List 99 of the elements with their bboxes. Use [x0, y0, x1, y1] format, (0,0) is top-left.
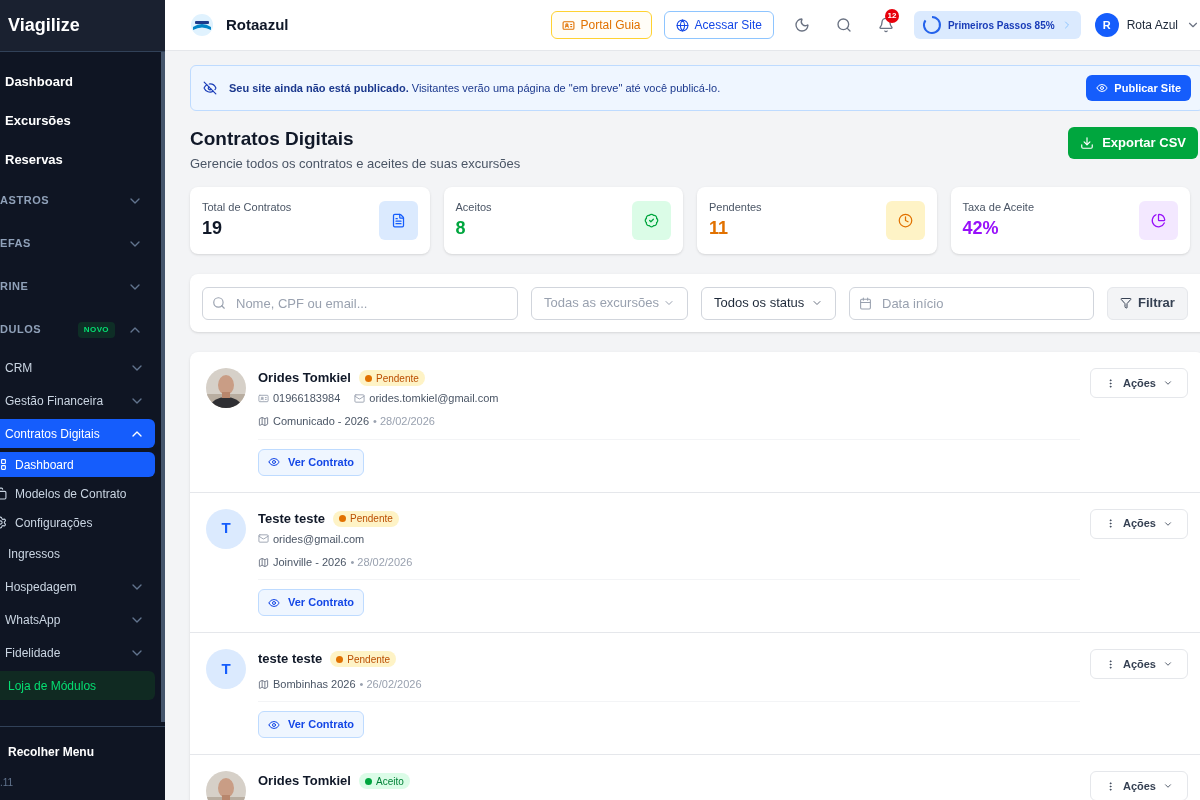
sidebar-subitem[interactable]: Dashboard [0, 452, 155, 477]
visit-site-button[interactable]: Acessar Site [663, 11, 774, 39]
calendar-icon [859, 296, 872, 310]
sidebar-subitem[interactable]: Configurações [0, 510, 155, 535]
eye-icon [268, 596, 280, 609]
eye-icon [268, 456, 280, 468]
chevron-down-icon [1163, 378, 1173, 388]
section-heading[interactable]: DULOS [0, 321, 42, 338]
stat-label: Taxa de Aceite [962, 199, 1035, 215]
excursion-name: Comunicado - 2026 [273, 414, 369, 430]
avatar-initial: T [206, 508, 246, 549]
stat-value: 11 [709, 217, 730, 241]
stat-value: 8 [455, 217, 467, 241]
status-badge: Pendente [358, 370, 425, 386]
excursion-name: Bombinhas 2026 [273, 676, 356, 692]
mail-icon [258, 533, 269, 545]
customer-name: Orides Tomkiel [258, 369, 351, 388]
new-badge: NOVO [77, 321, 115, 338]
date-field[interactable]: Data início [849, 286, 1094, 320]
status-badge: Pendente [330, 651, 397, 667]
version-label: .11 [0, 776, 15, 790]
brand-name: Viagilize [8, 14, 80, 37]
actions-button[interactable]: Ações [1089, 508, 1188, 539]
filter-icon [1120, 297, 1132, 309]
eye-off-icon [203, 81, 217, 95]
user-avatar[interactable]: R [1094, 13, 1119, 37]
company-name: Rotaazul [226, 14, 289, 35]
email-text: orides@gmail.com [273, 531, 365, 547]
actions-button[interactable]: Ações [1089, 649, 1188, 679]
view-contract-button[interactable]: Ver Contrato [258, 448, 364, 476]
check-badge-icon [644, 213, 659, 228]
contract-date: • 28/02/2026 [350, 554, 413, 570]
eye-icon [1096, 82, 1109, 94]
document-number: 01966183984 [273, 391, 341, 406]
chevron-down-icon [1163, 659, 1173, 669]
id-card-icon [258, 392, 269, 404]
ring-icon [921, 15, 942, 35]
view-contract-button[interactable]: Ver Contrato [258, 711, 364, 738]
id-card-icon [561, 18, 575, 32]
page-title: Contratos Digitais [190, 127, 355, 151]
sidebar-item[interactable]: Loja de Módulos [0, 671, 155, 700]
view-contract-button[interactable]: Ver Contrato [258, 589, 364, 616]
globe-icon [675, 18, 689, 32]
notification-count: 12 [884, 9, 899, 23]
download-icon [1080, 136, 1095, 150]
page-subtitle: Gerencie todos os contratos e aceites de suas excursões [190, 154, 521, 173]
status-badge: Aceito [358, 773, 410, 789]
stat-label: Aceitos [455, 199, 492, 215]
sidebar-item[interactable]: Fidelidade [0, 638, 155, 667]
document-icon [390, 213, 406, 228]
section-heading[interactable]: ASTROS [0, 192, 50, 209]
filter-button[interactable]: Filtrar [1107, 286, 1188, 320]
search-field[interactable]: Nome, CPF ou email... [202, 286, 518, 320]
search-icon [212, 295, 226, 310]
map-icon [258, 678, 269, 690]
sidebar-item[interactable]: Gestão Financeira [0, 386, 155, 415]
actions-button[interactable]: Ações [1089, 771, 1188, 800]
sidebar-item[interactable]: Contratos Digitais [0, 419, 155, 448]
sidebar-item[interactable]: Hospedagem [0, 572, 155, 601]
banner-message: Seu site ainda não está publicado. Visitantes verão uma página de "em breve" até você publicá-lo. [229, 80, 721, 96]
stat-label: Pendentes [709, 199, 762, 215]
pie-chart-icon [1151, 213, 1166, 228]
sidebar-item[interactable]: WhatsApp [0, 605, 155, 634]
user-name[interactable]: Rota Azul [1126, 16, 1178, 34]
avatar-initial: T [206, 649, 246, 689]
status-badge: Pendente [332, 510, 399, 527]
map-icon [258, 556, 269, 568]
notifications-icon[interactable] [877, 17, 894, 33]
excursion-name: Joinville - 2026 [273, 554, 347, 570]
sidebar-subitem[interactable]: Modelos de Contrato [0, 481, 155, 506]
onboarding-progress-button[interactable]: Primeiros Passos 85% [913, 11, 1081, 39]
collapse-menu-button[interactable]: Recolher Menu [0, 743, 165, 761]
sidebar-item[interactable]: CRM [0, 353, 155, 382]
customer-name: Teste teste [258, 509, 325, 528]
contract-date: • 26/02/2026 [359, 676, 422, 692]
stat-label: Total de Contratos [202, 199, 292, 215]
stat-value: 42% [962, 217, 1000, 241]
actions-button[interactable]: Ações [1089, 368, 1188, 398]
publish-site-button[interactable]: Publicar Site [1086, 75, 1191, 101]
sidebar-item[interactable]: Dashboard [5, 71, 73, 92]
status-select[interactable]: Todos os status [701, 286, 836, 320]
map-icon [258, 416, 269, 427]
logo-icon [190, 13, 214, 37]
section-heading[interactable]: RINE [0, 278, 29, 295]
sidebar-item[interactable]: Reservas [5, 149, 63, 170]
stat-value: 19 [202, 217, 224, 241]
sidebar-item[interactable]: Ingressos [8, 544, 61, 563]
clock-icon [897, 213, 913, 228]
contract-date: • 28/02/2026 [373, 414, 435, 430]
search-icon[interactable] [835, 17, 852, 33]
sidebar-item[interactable]: Excursões [5, 110, 71, 131]
customer-name: Orides Tomkiel [258, 772, 351, 791]
eye-icon [268, 718, 280, 731]
customer-name: teste teste [258, 650, 323, 669]
section-heading[interactable]: EFAS [0, 235, 31, 252]
chevron-down-icon [1163, 781, 1173, 791]
dark-mode-icon[interactable] [793, 17, 810, 33]
mail-icon [354, 392, 366, 404]
email-text: orides.tomkiel@gmail.com [369, 391, 499, 406]
